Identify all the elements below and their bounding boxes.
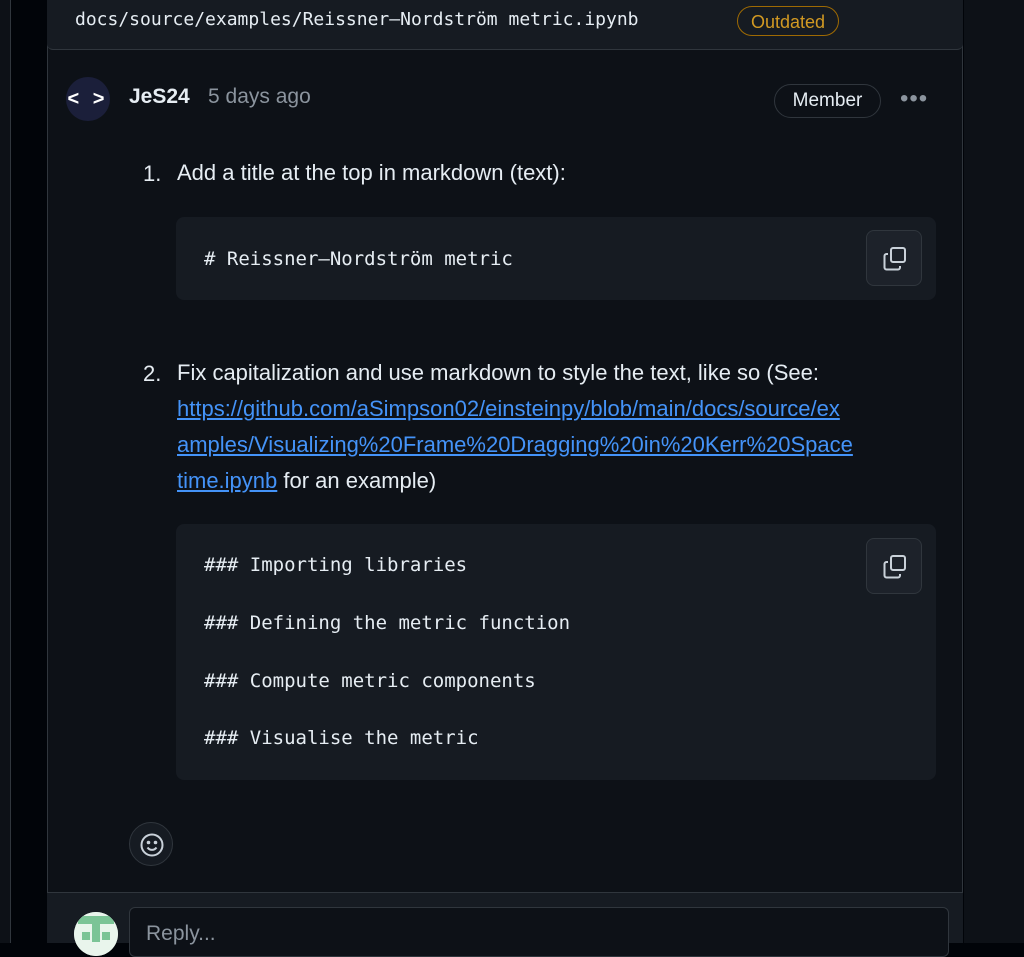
avatar[interactable]: < > (66, 77, 110, 121)
comment-author[interactable]: JeS24 (129, 85, 190, 109)
list-item-text: Add a title at the top in markdown (text… (177, 160, 566, 185)
right-rail (964, 0, 1024, 943)
reply-avatar (74, 912, 118, 956)
list-item-number: 1. (143, 161, 162, 186)
copy-button[interactable] (866, 230, 922, 286)
kebab-icon[interactable]: ••• (900, 85, 928, 113)
list-item-text-tail: time.ipynb for an example) (177, 463, 436, 499)
list-item-number: 2. (143, 361, 162, 386)
identicon-icon (74, 912, 118, 956)
smiley-icon (140, 833, 164, 857)
copy-button[interactable] (866, 538, 922, 594)
code-line: ### Importing libraries (204, 554, 468, 576)
copy-icon (883, 555, 906, 579)
copy-icon (883, 247, 906, 271)
code-line: # Reissner–Nordström metric (204, 248, 513, 270)
code-line: ### Visualise the metric (204, 727, 479, 749)
file-path[interactable]: docs/source/examples/Reissner–Nordström … (75, 9, 639, 30)
code-line: ### Compute metric components (204, 670, 536, 692)
code-block: ### Importing libraries ### Defining the… (176, 524, 936, 780)
outdated-badge: Outdated (737, 6, 840, 36)
list-item-text: Fix capitalization and use markdown to s… (177, 360, 819, 385)
example-link-line[interactable]: time.ipynb (177, 468, 277, 493)
left-rail (0, 0, 11, 943)
add-reaction-button[interactable] (129, 822, 173, 866)
code-block: # Reissner–Nordström metric (176, 217, 936, 300)
role-badge: Member (774, 84, 881, 118)
list-item-text-after: for an example) (277, 468, 437, 493)
example-link-line[interactable]: https://github.com/aSimpson02/einsteinpy… (177, 391, 840, 427)
code-line: ### Defining the metric function (204, 612, 571, 634)
reply-input[interactable]: Reply... (129, 907, 949, 957)
example-link-line[interactable]: amples/Visualizing%20Frame%20Dragging%20… (177, 427, 853, 463)
comment-timestamp[interactable]: 5 days ago (208, 85, 311, 109)
